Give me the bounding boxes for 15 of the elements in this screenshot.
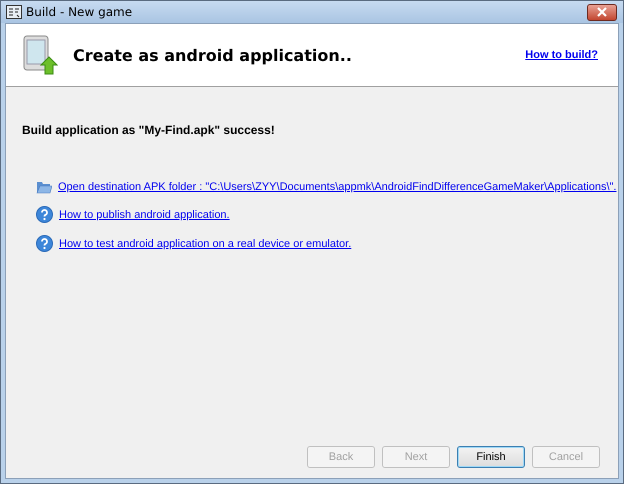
close-button[interactable] (587, 4, 617, 20)
app-icon (6, 5, 22, 19)
header-title: Create as android application.. (73, 46, 352, 64)
link[interactable]: Open destination APK folder : "C:\Users\ZYY\Documents\appmk\AndroidFindDifferenceGameMaker\Applications\". (58, 181, 616, 193)
link[interactable]: How to test android application on a real device or emulator. (59, 238, 352, 250)
help-icon (36, 235, 53, 252)
link[interactable]: How to publish android application. (59, 208, 230, 220)
close-icon (596, 7, 608, 17)
help-link[interactable]: How to build? (525, 49, 598, 61)
folder-icon (36, 180, 52, 194)
window-title: Build - New game (26, 5, 132, 19)
help-icon (36, 206, 53, 223)
wizard-button[interactable]: Finish (457, 446, 525, 468)
status-message: Build application as "My-Find.apk" success! (22, 123, 276, 137)
phone-upload-icon (22, 35, 58, 75)
